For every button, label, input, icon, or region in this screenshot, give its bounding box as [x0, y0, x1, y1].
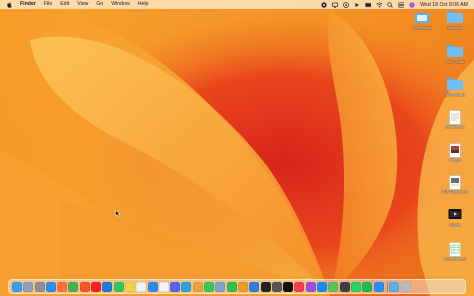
telegram-icon[interactable] [181, 281, 192, 292]
menu-edit[interactable]: Edit [60, 0, 69, 9]
calculator-icon[interactable] [271, 281, 282, 292]
apple-menu-icon[interactable] [7, 1, 12, 8]
spreadsheet-icon [447, 242, 463, 257]
menu-window[interactable]: Window [111, 0, 129, 9]
desktop-item-label: Office Chairs [444, 93, 466, 97]
screen-record-icon[interactable] [321, 1, 327, 8]
downloads-folder-icon[interactable] [389, 281, 400, 292]
desktop-item-documents[interactable]: Documents [435, 110, 474, 129]
siri-icon[interactable] [409, 1, 415, 8]
pdf-icon [447, 175, 463, 190]
dock-recents [389, 281, 412, 292]
control-center-icon[interactable] [398, 2, 405, 8]
folder-icon [447, 11, 463, 25]
dock-apps [12, 281, 385, 292]
menu-file[interactable]: File [44, 0, 52, 9]
brave-icon[interactable] [79, 281, 90, 292]
wifi-icon[interactable] [376, 2, 383, 8]
reminders-icon[interactable] [136, 281, 147, 292]
mail-icon[interactable] [147, 281, 158, 292]
preview-icon[interactable] [215, 281, 226, 292]
desktop-item-label: Documents [445, 125, 465, 129]
desktop[interactable]: Finder File Edit View Go Window Help Wed… [0, 0, 474, 296]
desktop-item-pdf-documents[interactable]: PDF Documents [435, 175, 474, 194]
app-store-icon[interactable] [317, 281, 328, 292]
apple-tv-icon[interactable] [283, 281, 294, 292]
whatsapp-icon[interactable] [350, 281, 361, 292]
music-icon[interactable] [294, 281, 305, 292]
desktop-item-movies[interactable]: Movies [435, 208, 474, 227]
notes-icon[interactable] [124, 281, 135, 292]
maps-icon[interactable] [328, 281, 339, 292]
photos-icon[interactable] [192, 281, 203, 292]
launchpad-icon[interactable] [23, 281, 34, 292]
trash-icon[interactable] [400, 281, 411, 292]
media-icon[interactable] [354, 2, 360, 8]
desktop-item-label: PDF Documents [441, 190, 469, 194]
audio-icon[interactable] [343, 1, 350, 8]
image-file-icon [447, 143, 463, 158]
pages-icon[interactable] [237, 281, 248, 292]
numbers-icon[interactable] [226, 281, 237, 292]
desktop-item-taphouse[interactable]: Taphouse [435, 11, 474, 30]
mouse-pointer-icon [115, 210, 120, 217]
terminal-icon[interactable] [260, 281, 271, 292]
display-icon[interactable] [332, 2, 339, 8]
clock[interactable]: Wed 18 Oct 8:06 AM [420, 2, 468, 8]
opera-icon[interactable] [91, 281, 102, 292]
menu-app-name[interactable]: Finder [20, 0, 36, 9]
wallpaper [0, 0, 474, 296]
chrome-icon[interactable] [68, 281, 79, 292]
messages-icon[interactable] [113, 281, 124, 292]
menu-help[interactable]: Help [138, 0, 149, 9]
movie-icon [447, 208, 463, 222]
desktop-item-images[interactable]: Images [435, 143, 474, 162]
desktop-item-label: Spreadsheets [443, 257, 467, 261]
desktop-item-spreadsheets[interactable]: Spreadsheets [435, 242, 474, 261]
calendar-icon[interactable] [158, 281, 169, 292]
spotify-icon[interactable] [362, 281, 373, 292]
activity-monitor-icon[interactable] [339, 281, 350, 292]
folder-icon [447, 78, 463, 92]
zoom-icon[interactable] [373, 281, 384, 292]
screenshot-folder-icon [414, 11, 430, 25]
battery-icon[interactable] [365, 2, 372, 8]
system-settings-icon[interactable] [34, 281, 45, 292]
menu-go[interactable]: Go [96, 0, 103, 9]
menu-bar: Finder File Edit View Go Window Help Wed… [0, 0, 474, 9]
menu-view[interactable]: View [77, 0, 88, 9]
desktop-item-study-desk[interactable]: Study Desk [435, 45, 474, 64]
discord-icon[interactable] [170, 281, 181, 292]
keynote-icon[interactable] [249, 281, 260, 292]
desktop-item-label: Movies [449, 223, 461, 227]
document-icon [447, 110, 463, 125]
desktop-item-label: Screenshots [412, 26, 432, 30]
folder-icon [447, 45, 463, 59]
firefox-icon[interactable] [57, 281, 68, 292]
status-menus: Wed 18 Oct 8:06 AM [321, 0, 468, 9]
desktop-item-office-chairs[interactable]: Office Chairs [435, 78, 474, 97]
finder-icon[interactable] [12, 281, 22, 292]
desktop-item-label: Study Desk [445, 60, 465, 64]
podcasts-icon[interactable] [305, 281, 316, 292]
search-icon[interactable] [387, 1, 394, 8]
desktop-item-label: Taphouse [447, 26, 463, 30]
dock [8, 279, 466, 294]
dock-separator [386, 281, 388, 292]
vscode-icon[interactable] [102, 281, 113, 292]
safari-icon[interactable] [45, 281, 56, 292]
desktop-item-label: Images [449, 158, 461, 162]
facetime-icon[interactable] [204, 281, 215, 292]
